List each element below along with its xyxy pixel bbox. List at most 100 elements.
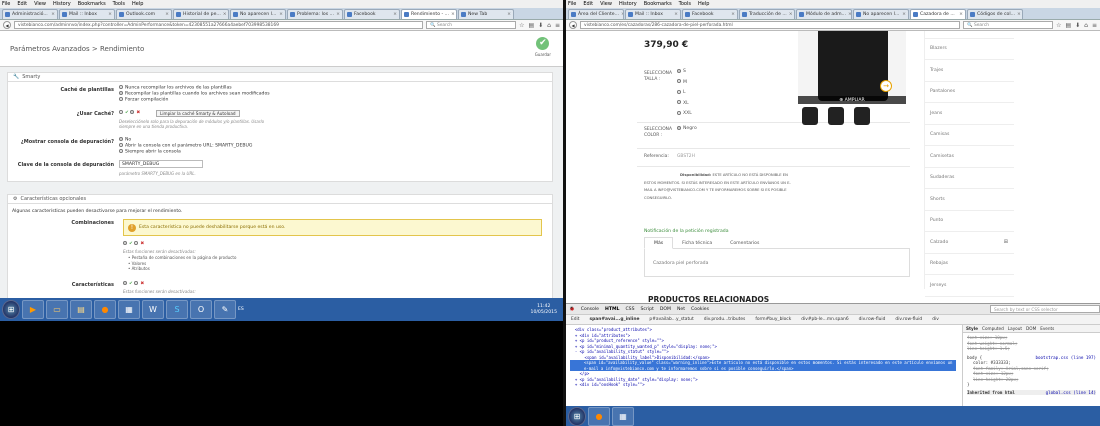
sidebar-item[interactable]: Cazadoras (925, 31, 1014, 39)
close-icon[interactable]: × (619, 12, 623, 17)
close-icon[interactable]: × (900, 12, 906, 17)
sidebar-item[interactable]: Camisetas (925, 146, 1014, 168)
back-icon[interactable]: ◀ (3, 21, 11, 29)
menu-edit[interactable]: Edit (583, 1, 593, 7)
dt-tab-script[interactable]: Script (641, 307, 654, 312)
menu-history[interactable]: History (53, 1, 71, 7)
browser-tab[interactable]: No aparecen l... × (853, 9, 909, 19)
download-icon[interactable]: ⬇ (1075, 22, 1080, 29)
zoom-button[interactable]: ⊕ AMPLIAR (798, 96, 906, 104)
html-line[interactable]: + <div id="oosHook" style=""> (570, 382, 956, 388)
browser-tab[interactable]: Mail :: Inbox × (625, 9, 681, 19)
devtools-crumb[interactable]: div#pb-le...mn.span6 (799, 317, 850, 322)
back-icon[interactable]: ◀ (569, 21, 577, 29)
sidebar-item[interactable]: Camisas (925, 125, 1014, 146)
right-url-input[interactable]: vistebianco.com/es/cazadoras/286-cazador… (580, 21, 961, 29)
browser-tab[interactable]: Códigos de col... × (967, 9, 1023, 19)
menu-bookmarks[interactable]: Bookmarks (644, 1, 672, 7)
css-source-link[interactable]: global.css (line 14) (1046, 390, 1096, 396)
clear-cache-button[interactable]: Limpiar la caché Smarty & Autoload (156, 110, 240, 117)
next-image-icon[interactable]: → (880, 80, 892, 92)
thumbnail[interactable] (854, 107, 870, 125)
skype-icon[interactable]: S (166, 300, 188, 319)
console-opt-url[interactable]: Abrir la consola con el parámetro URL: S… (119, 143, 252, 149)
size-option[interactable]: XXL (677, 109, 692, 120)
firefox-icon[interactable]: ● (94, 300, 116, 319)
sidebar-item[interactable]: Blazers (925, 39, 1014, 60)
dt-tab-css[interactable]: CSS (625, 307, 634, 312)
style-tab-computed[interactable]: Computed (982, 326, 1004, 332)
css-source-link[interactable]: bootstrap.css (line 197) (1035, 355, 1096, 361)
size-option[interactable]: S (677, 67, 692, 78)
browser-tab[interactable]: Rendimiento - ... × (401, 9, 457, 19)
browser-tab[interactable]: Módulo de adm... × (796, 9, 852, 19)
browser-tab[interactable]: Administració... × (2, 9, 58, 19)
sidebar-item[interactable]: Calzado ⊞ (925, 232, 1014, 254)
dt-tab-console[interactable]: Console (581, 307, 599, 312)
thumbnail[interactable] (802, 107, 818, 125)
close-icon[interactable]: × (221, 12, 227, 17)
browser-tab[interactable]: Traducción de ... × (739, 9, 795, 19)
language-indicator[interactable]: ES (238, 307, 244, 312)
browser-tab[interactable]: Problema: los ... × (287, 9, 343, 19)
folder-icon[interactable]: ▤ (70, 300, 92, 319)
sidebar-item[interactable]: Shorts (925, 189, 1014, 211)
devtools-crumb[interactable]: span#avai...g_inline (588, 317, 642, 322)
cache-opt-never[interactable]: Nunca recompilar los archivos de las pla… (119, 85, 232, 91)
outlook-icon[interactable]: O (190, 300, 212, 319)
expand-icon[interactable]: ⊞ (1004, 239, 1008, 245)
bookmarks-icon[interactable]: ▤ (1065, 22, 1071, 29)
devtools-crumb[interactable]: Edit (569, 317, 582, 322)
close-icon[interactable]: × (846, 12, 851, 17)
menu-help[interactable]: Help (698, 1, 709, 7)
browser-tab[interactable]: New Tab × (458, 9, 514, 19)
menu-icon[interactable]: ≡ (555, 22, 560, 29)
browser-tab[interactable]: Outlook.com × (116, 9, 172, 19)
home-icon[interactable]: ⌂ (547, 22, 551, 29)
devtools-search-input[interactable]: Search by text or CSS selector (990, 305, 1100, 313)
left-url-input[interactable]: vistebianco.com/adminnvo/index.php?contr… (14, 21, 424, 29)
close-icon[interactable]: × (163, 12, 169, 17)
left-search-input[interactable]: 🔍 Search (426, 21, 517, 29)
sidebar-item[interactable]: Jeans (925, 103, 1014, 125)
menu-tools[interactable]: Tools (679, 1, 691, 7)
cache-opt-modified[interactable]: Recompilar las plantillas cuando los arc… (119, 91, 270, 97)
close-icon[interactable]: × (957, 12, 963, 17)
close-icon[interactable]: × (787, 12, 793, 17)
product-image[interactable]: ⊕ AMPLIAR (798, 31, 906, 104)
browser-tab[interactable]: Área del Cliente...× (568, 9, 624, 19)
browser-tab[interactable]: Facebook × (682, 9, 738, 19)
firebug-icon[interactable]: 🐞 (569, 307, 575, 312)
menu-bookmarks[interactable]: Bookmarks (78, 1, 106, 7)
sidebar-item[interactable]: Sudaderas (925, 168, 1014, 189)
dt-tab-net[interactable]: Net (677, 307, 685, 312)
media-icon[interactable]: ▶ (22, 300, 44, 319)
close-icon[interactable]: × (391, 12, 397, 17)
devtools-crumb[interactable]: form#buy_block (753, 317, 793, 322)
dt-tab-cookies[interactable]: Cookies (691, 307, 709, 312)
close-icon[interactable]: × (277, 12, 283, 17)
bookmarks-icon[interactable]: ▤ (528, 22, 534, 29)
debug-key-input[interactable]: SMARTY_DEBUG (119, 160, 203, 168)
browser-tab[interactable]: Historial de pe... × (173, 9, 229, 19)
dt-tab-html[interactable]: HTML (605, 307, 619, 312)
sidebar-item[interactable]: Trajes (925, 60, 1014, 82)
browser-tab[interactable]: No aparecen l... × (230, 9, 286, 19)
html-tree[interactable]: <div class="product_attributes"> + <div … (566, 325, 960, 406)
devtools-crumb[interactable]: div.produ...tributes (702, 317, 748, 322)
color-option[interactable]: Negro (677, 124, 697, 135)
explorer-icon[interactable]: ▭ (46, 300, 68, 319)
thumbnail[interactable] (828, 107, 844, 125)
close-icon[interactable]: × (729, 12, 735, 17)
save-button[interactable]: ✔ Guardar (535, 37, 551, 57)
tab-comentarios[interactable]: Comentarios (721, 237, 768, 249)
clock[interactable]: 11:42 10/05/2015 (531, 304, 557, 316)
devtools-crumb[interactable]: div.row-fluid (893, 317, 924, 322)
features-toggle[interactable]: ✔ ✖ (123, 281, 144, 287)
browser-tab[interactable]: Mail :: Inbox × (59, 9, 115, 19)
devtools-crumb[interactable]: div.row-fluid (857, 317, 888, 322)
menu-icon[interactable]: ≡ (1092, 22, 1097, 29)
browser-tab[interactable]: Facebook × (344, 9, 400, 19)
close-icon[interactable]: × (334, 12, 340, 17)
firefox-icon[interactable]: ● (588, 406, 610, 426)
